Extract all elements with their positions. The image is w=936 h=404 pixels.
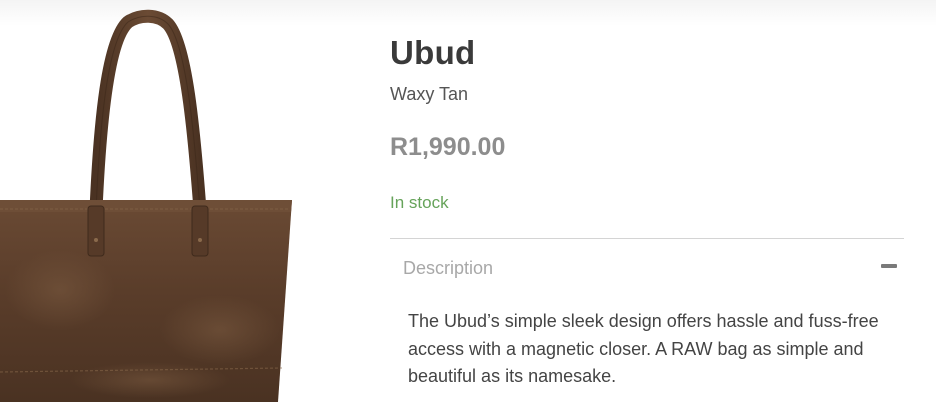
product-variant: Waxy Tan (390, 84, 469, 104)
product-image[interactable] (0, 0, 330, 404)
product-price: R1,990.00 (390, 133, 506, 161)
description-label: Description (403, 258, 494, 278)
product-title: Ubud (390, 34, 476, 71)
description-accordion-toggle[interactable]: Description (390, 239, 904, 295)
stock-status: In stock (390, 193, 449, 212)
product-info: Ubud Waxy Tan R1,990.00 In stock Descrip… (390, 0, 904, 404)
minus-icon[interactable] (881, 264, 897, 268)
description-text: The Ubud’s simple sleek design offers ha… (408, 311, 879, 386)
